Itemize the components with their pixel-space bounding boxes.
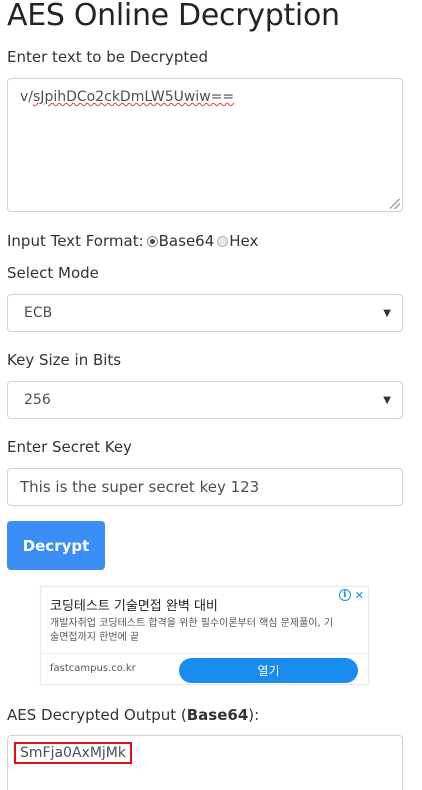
ad-divider [41,653,368,654]
ciphertext-prefix: v/ [20,89,34,105]
advertisement[interactable]: i ✕ 코딩테스트 기술면접 완벽 대비 개발자취업 코딩테스트 합격을 위한 … [40,586,369,685]
output-label-prefix: AES Decrypted Output ( [7,706,187,724]
chevron-down-icon: ▼ [383,307,391,319]
input-format-label: Input Text Format: [7,232,144,250]
output-label: AES Decrypted Output (Base64): [7,706,259,724]
radio-hex[interactable] [217,235,229,247]
ad-controls: i ✕ [338,589,364,602]
output-textarea[interactable]: SmFja0AxMjMk [7,735,403,790]
input-text-label: Enter text to be Decrypted [7,48,208,66]
secret-key-input[interactable]: This is the super secret key 123 [7,468,403,506]
input-format-row: Input Text Format: Base64 Hex [7,231,258,251]
output-label-suffix: ): [248,706,260,724]
decrypt-button[interactable]: Decrypt [7,521,105,570]
close-icon[interactable]: ✕ [355,589,364,602]
ciphertext-value: sJpihDCo2ckDmLW5Uwiw== [33,89,235,105]
radio-base64[interactable] [146,235,158,247]
mode-select[interactable]: ECB ▼ [7,294,403,332]
output-value: SmFja0AxMjMk [14,742,132,764]
info-icon[interactable]: i [338,589,351,601]
mode-label: Select Mode [7,264,99,282]
key-size-select[interactable]: 256 ▼ [7,381,403,419]
radio-base64-label[interactable]: Base64 [159,232,215,250]
ad-domain: fastcampus.co.kr [50,663,136,674]
secret-key-value: This is the super secret key 123 [20,478,260,496]
ad-title[interactable]: 코딩테스트 기술면접 완벽 대비 [50,595,218,614]
key-size-select-value: 256 [24,392,51,408]
resize-grip-icon[interactable] [390,199,400,209]
output-label-format: Base64 [186,706,249,724]
chevron-down-icon: ▼ [383,394,391,406]
key-size-label: Key Size in Bits [7,351,122,369]
ciphertext-textarea[interactable]: v/sJpihDCo2ckDmLW5Uwiw== [7,78,403,212]
mode-select-value: ECB [24,305,53,321]
page-title: AES Online Decryption [7,0,340,33]
ad-open-button[interactable]: 열기 [179,658,358,683]
aes-decryption-page: AES Online Decryption Enter text to be D… [0,0,422,790]
radio-hex-label[interactable]: Hex [229,232,258,250]
ad-description: 개발자취업 코딩테스트 합격을 위한 필수이론부터 핵심 문제풀이, 기술면접까… [50,618,334,643]
secret-key-label: Enter Secret Key [7,438,132,456]
